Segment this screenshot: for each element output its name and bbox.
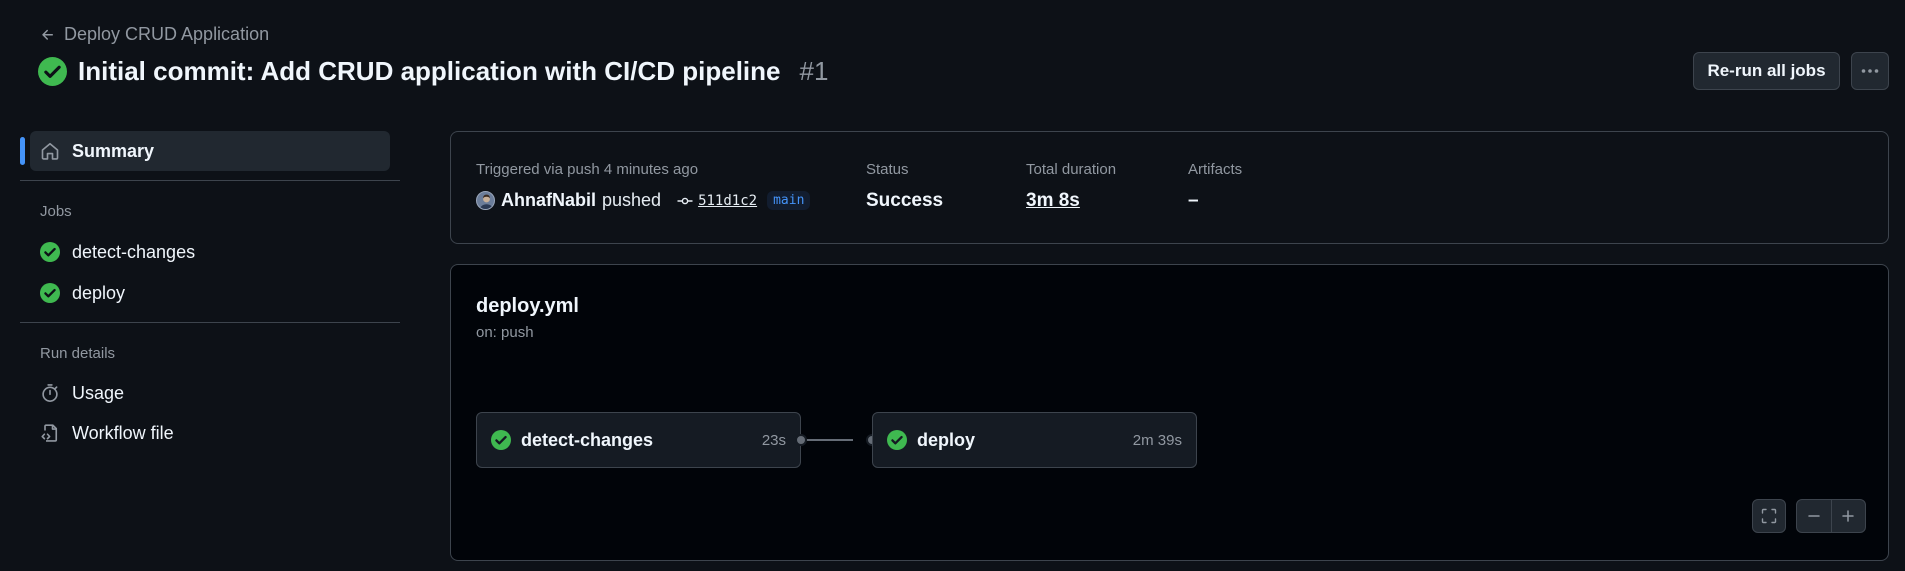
commit-sha: 511d1c2 [698,192,758,209]
run-number[interactable]: #1 [800,56,829,87]
more-options-button[interactable] [1851,52,1889,90]
sidebar-item-label: deploy [72,282,126,303]
run-details-heading: Run details [40,345,116,362]
duration-label: Total duration [1026,161,1117,178]
active-nav-indicator [20,137,25,165]
sidebar-item-detect-changes[interactable]: detect-changes [40,237,195,267]
job-node-detect-changes[interactable]: detect-changes 23s [476,412,801,468]
run-summary-card: Triggered via push 4 minutes ago AhnafNa… [450,131,1889,244]
avatar[interactable] [476,191,495,210]
zoom-out-button[interactable] [1797,500,1832,532]
check-circle-fill-icon [40,242,60,262]
actor-link[interactable]: AhnafNabil [501,190,596,211]
back-link-label: Deploy CRUD Application [64,24,270,44]
rerun-all-jobs-button[interactable]: Re-run all jobs [1693,52,1840,90]
dash-icon [1808,515,1820,517]
sidebar-item-label: Usage [72,382,125,403]
job-name: deploy [917,429,976,450]
status-value: Success [866,190,944,211]
action-text: pushed [602,190,662,210]
kebab-horizontal-icon [1861,69,1879,73]
workflow-graph: deploy.yml on: push detect-changes 23s d… [450,264,1889,561]
trigger-actor: AhnafNabil pushed 511d1c2 main [476,190,811,211]
jobs-heading: Jobs [40,203,72,220]
job-node-deploy[interactable]: deploy 2m 39s [872,412,1197,468]
zoom-controls [1796,499,1866,533]
sidebar-item-summary[interactable]: Summary [30,131,390,171]
check-circle-fill-icon [38,57,67,86]
job-name: detect-changes [521,429,654,450]
sidebar-divider [20,180,400,181]
check-circle-fill-icon [887,430,907,450]
fullscreen-button[interactable] [1752,499,1786,533]
sidebar-divider [20,322,400,323]
sidebar-item-label: detect-changes [72,241,196,262]
trigger-text: Triggered via push 4 minutes ago [476,161,699,178]
status-label: Status [866,161,909,178]
check-circle-fill-icon [491,430,511,450]
commit-link[interactable]: 511d1c2 [677,193,757,209]
file-code-icon [41,424,58,442]
sidebar-item-label: Summary [72,140,155,161]
screen-full-icon [1761,508,1777,524]
sidebar-item-usage[interactable]: Usage [40,378,124,408]
arrow-left-icon [42,29,53,40]
back-link[interactable]: Deploy CRUD Application [40,24,269,45]
sidebar-item-label: Workflow file [72,422,174,443]
stopwatch-icon [42,384,58,402]
job-duration: 23s [761,431,786,449]
home-icon [41,142,59,160]
page-title: Initial commit: Add CRUD application wit… [38,56,828,87]
job-duration: 2m 39s [1132,431,1182,449]
check-circle-fill-icon [40,283,60,303]
artifacts-label: Artifacts [1188,161,1243,178]
sidebar-item-deploy[interactable]: deploy [40,278,125,308]
job-connector-node [795,434,807,446]
job-connector-line [807,439,853,441]
plus-icon [1842,510,1854,522]
run-title: Initial commit: Add CRUD application wit… [78,56,781,86]
user-avatar-icon [479,194,494,209]
zoom-in-button[interactable] [1832,500,1866,532]
git-commit-icon [677,197,693,204]
duration-link[interactable]: 3m 8s [1026,190,1080,212]
branch-badge[interactable]: main [767,191,811,210]
sidebar-item-workflow-file[interactable]: Workflow file [40,418,174,448]
artifacts-value: – [1188,190,1199,211]
workflow-file-name: deploy.yml [476,295,579,317]
workflow-trigger: on: push [476,324,534,341]
